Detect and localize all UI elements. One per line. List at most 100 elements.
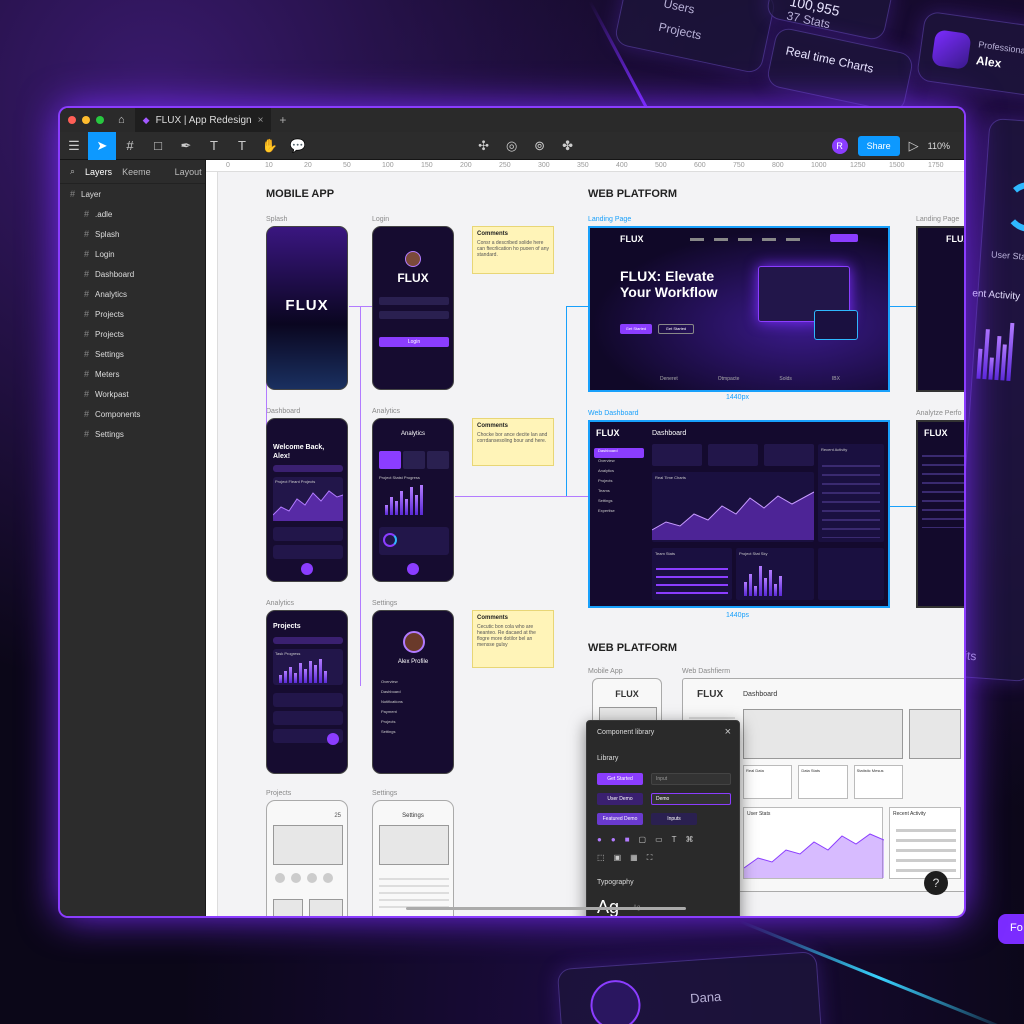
analytics-fab[interactable] (407, 563, 419, 575)
landing-cta-secondary[interactable]: Get Started (658, 324, 694, 334)
lib-input[interactable]: Input (651, 773, 731, 785)
webdash-nav-item[interactable]: Analytics (594, 468, 644, 478)
lib-inputs[interactable]: Inputs (651, 813, 697, 825)
projects-frame[interactable]: Projects Task Progress (266, 610, 348, 774)
text-tool-icon[interactable]: T (200, 132, 228, 160)
settings-item[interactable]: Notifications (381, 699, 403, 709)
landing-nav-button[interactable] (830, 234, 858, 242)
layer-item[interactable]: # Splash (60, 224, 205, 244)
settings-wireframe[interactable]: Settings (372, 800, 454, 916)
landing-cta-primary[interactable]: Get Started (620, 324, 652, 334)
settings-item[interactable]: Projects (381, 719, 403, 729)
tab-layout[interactable]: Layout (175, 167, 202, 177)
text-icon[interactable]: T (672, 835, 677, 844)
rect-icon[interactable]: ▭ (655, 835, 663, 844)
user-avatar[interactable]: R (831, 137, 848, 154)
layer-item[interactable]: # Settings (60, 344, 205, 364)
minimize-window-button[interactable] (82, 116, 90, 124)
splash-frame[interactable]: FLUX (266, 226, 348, 390)
webdash-nav-item[interactable]: Overview (594, 458, 644, 468)
settings-item[interactable]: Settings (381, 729, 403, 739)
comment-note[interactable]: Comments Chocke bor ance decite lan and c… (472, 418, 554, 466)
layer-item[interactable]: # Projects (60, 324, 205, 344)
square-fill-icon[interactable]: ■ (625, 835, 630, 844)
login-button[interactable]: Login (379, 337, 449, 347)
mask-icon[interactable]: ◎ (498, 132, 526, 160)
dash-fab[interactable] (301, 563, 313, 575)
layer-item[interactable]: # Workpast (60, 384, 205, 404)
analytics-frame[interactable]: Analytics Project Statst Progress (372, 418, 454, 582)
close-panel-icon[interactable]: × (725, 726, 731, 738)
frame-icon[interactable]: ▣ (614, 853, 622, 863)
lib-button-secondary[interactable]: User Demo (597, 793, 643, 805)
layer-item[interactable]: # Projects (60, 304, 205, 324)
radio-icon[interactable]: ● (597, 835, 602, 844)
webdash-nav-item[interactable]: Expertise (594, 508, 644, 518)
webdash-nav-item[interactable]: Settings (594, 498, 644, 508)
zoom-level[interactable]: 110% (928, 141, 950, 151)
login-email-field[interactable] (379, 297, 449, 305)
lib-dropdown[interactable]: Demo (651, 793, 731, 805)
layer-item[interactable]: # Analytics (60, 284, 205, 304)
hand-tool-icon[interactable]: ✋ (256, 132, 284, 160)
landing-page-frame-2[interactable]: FLUX (916, 226, 964, 392)
home-icon[interactable]: ⌂ (118, 114, 125, 126)
frame-tool-icon[interactable]: # (116, 132, 144, 160)
radio-large-icon[interactable]: ● (611, 835, 616, 844)
main-menu-icon[interactable]: ☰ (60, 132, 88, 160)
layer-item[interactable]: # Meters (60, 364, 205, 384)
layer-item[interactable]: # .adle (60, 204, 205, 224)
share-button[interactable]: Share (857, 135, 900, 156)
webdash-nav-item[interactable]: Dashboard (594, 448, 644, 458)
nodes-icon[interactable]: ⌘ (686, 835, 694, 844)
settings-item[interactable]: Dashboard (381, 689, 403, 699)
projects-wireframe[interactable]: 25 (266, 800, 348, 916)
tab-layers[interactable]: Layers (85, 167, 112, 177)
settings-item[interactable]: Payment (381, 709, 403, 719)
text-tool-2-icon[interactable]: T (228, 132, 256, 160)
search-icon[interactable]: ⌕ (70, 166, 75, 177)
projects-fab[interactable] (327, 733, 339, 745)
canvas[interactable]: 0 10 20 50 100 150 200 250 300 350 400 500 600 750 800… (206, 160, 964, 916)
layer-item[interactable]: # Login (60, 244, 205, 264)
horizontal-scrollbar[interactable] (406, 907, 686, 910)
landing-page-frame[interactable]: FLUX FLUX: Elevate Your Workflow Get Sta… (588, 226, 890, 392)
analyze-frame[interactable]: FLUX (916, 420, 964, 608)
select-icon[interactable]: ⬚ (597, 853, 605, 863)
square-icon[interactable]: ▢ (639, 835, 647, 844)
file-tab[interactable]: ◆ FLUX | App Redesign × (134, 108, 272, 132)
move-tool-icon[interactable]: ➤ (88, 131, 116, 160)
close-window-button[interactable] (68, 116, 76, 124)
label-projects-wire: Projects (266, 790, 292, 797)
layer-item[interactable]: # Components (60, 404, 205, 424)
plugin-icon[interactable]: ✤ (554, 132, 582, 160)
login-frame[interactable]: FLUX Login (372, 226, 454, 390)
lib-button-primary[interactable]: Get Started (597, 773, 643, 785)
component-icon[interactable]: ✣ (470, 132, 498, 160)
webdash-nav-item[interactable]: Projects (594, 478, 644, 488)
close-tab-icon[interactable]: × (258, 115, 264, 126)
comment-note[interactable]: Comments Consr a described solide here ca… (472, 226, 554, 274)
help-button[interactable]: ? (924, 871, 948, 895)
webdash-nav-item[interactable]: Teams (594, 488, 644, 498)
tab-assets[interactable]: Keeme (122, 167, 151, 177)
maximize-window-button[interactable] (96, 116, 104, 124)
layer-item[interactable]: # Dashboard (60, 264, 205, 284)
login-password-field[interactable] (379, 311, 449, 319)
layer-item[interactable]: # Settings (60, 424, 205, 444)
shape-tool-icon[interactable]: □ (144, 132, 172, 160)
web-dashboard-frame[interactable]: FLUX Dashboard Dashboard Overview Analytic… (588, 420, 890, 608)
settings-frame[interactable]: Alex Profile Overview Dashboard Notificati… (372, 610, 454, 774)
boolean-icon[interactable]: ⊚ (526, 132, 554, 160)
grid-icon[interactable]: ▦ (630, 853, 638, 863)
settings-item[interactable]: Overview (381, 679, 403, 689)
crop-icon[interactable]: ⛶ (647, 853, 653, 863)
layer-root[interactable]: # Layer (60, 184, 205, 204)
new-tab-icon[interactable]: + (279, 113, 286, 127)
comment-tool-icon[interactable]: 💬 (284, 132, 312, 160)
dashboard-frame[interactable]: Welcome Back, Alex! Project Fleant Proje… (266, 418, 348, 582)
lib-button-featured[interactable]: Featured Demo (597, 813, 643, 825)
comment-note[interactable]: Comments Cecutic bon cola who are heanteo… (472, 610, 554, 668)
present-icon[interactable]: ▷ (900, 132, 928, 160)
pen-tool-icon[interactable]: ✒ (172, 132, 200, 160)
